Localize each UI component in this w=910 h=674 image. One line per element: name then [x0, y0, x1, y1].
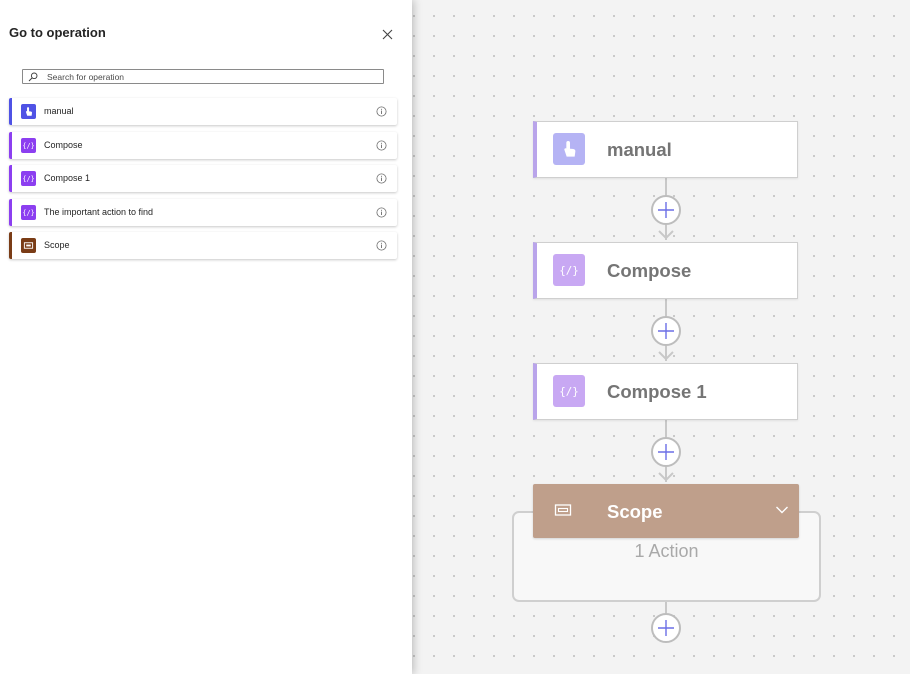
compose-icon: {/}: [21, 171, 36, 186]
info-icon[interactable]: [376, 207, 387, 218]
plus-icon: [658, 444, 674, 460]
svg-text:{/}: {/}: [559, 264, 579, 277]
card-title: manual: [607, 139, 672, 160]
operation-label: Scope: [44, 240, 70, 250]
info-icon[interactable]: [376, 140, 387, 151]
svg-text:{/}: {/}: [23, 141, 34, 149]
svg-text:{/}: {/}: [23, 175, 34, 183]
plus-icon: [658, 620, 674, 636]
add-action-button[interactable]: [651, 613, 681, 643]
panel-title: Go to operation: [9, 25, 106, 40]
info-icon[interactable]: [376, 173, 387, 184]
search-icon: [23, 70, 43, 83]
close-button[interactable]: [377, 24, 397, 44]
scope-icon: [554, 504, 572, 516]
operation-list: manual {/} Compose: [9, 98, 397, 266]
plus-icon: [658, 202, 674, 218]
item-accent-bar: [9, 198, 12, 226]
operation-item-compose[interactable]: {/} Compose: [9, 131, 397, 159]
flow-card-compose[interactable]: {/} Compose: [533, 242, 798, 299]
search-input[interactable]: [43, 70, 383, 83]
compose-icon: {/}: [553, 254, 585, 286]
compose-icon: {/}: [21, 137, 36, 153]
compose-icon: {/}: [553, 375, 585, 407]
item-accent-bar: [9, 165, 12, 192]
flow-card-scope[interactable]: Scope: [533, 484, 799, 538]
info-icon[interactable]: [376, 106, 387, 117]
plus-icon: [658, 323, 674, 339]
card-title: Compose 1: [607, 381, 707, 402]
flow-card-compose-1[interactable]: {/} Compose 1: [533, 363, 798, 420]
operation-label: The important action to find: [44, 206, 154, 217]
operation-item-scope[interactable]: Scope: [9, 232, 397, 259]
info-icon[interactable]: [376, 240, 387, 251]
chevron-down-icon[interactable]: [775, 505, 789, 515]
go-to-operation-panel: Go to operation manual: [0, 0, 412, 674]
operation-item-compose-1[interactable]: {/} Compose 1: [9, 165, 397, 192]
add-action-button[interactable]: [651, 437, 681, 467]
operation-label: Compose: [44, 139, 83, 150]
card-title: Scope: [607, 501, 663, 522]
close-icon: [382, 29, 392, 39]
search-box[interactable]: [22, 69, 384, 84]
flow-card-manual[interactable]: manual: [533, 121, 798, 178]
operation-label: manual: [44, 106, 74, 116]
operation-label: Compose 1: [44, 173, 91, 183]
scope-action-count: 1 Action: [634, 541, 699, 561]
item-accent-bar: [9, 98, 12, 125]
operation-item-important-action[interactable]: {/} The important action to find: [9, 198, 397, 226]
hand-touch-icon: [21, 104, 36, 119]
compose-icon: {/}: [21, 204, 36, 220]
svg-text:{/}: {/}: [23, 208, 34, 216]
arrow-down-icon: [658, 472, 674, 482]
arrow-down-icon: [658, 230, 674, 240]
card-title: Compose: [607, 260, 692, 281]
item-accent-bar: [9, 232, 12, 259]
hand-touch-icon: [553, 133, 585, 165]
scope-icon: [21, 238, 36, 253]
item-accent-bar: [9, 131, 12, 159]
add-action-button[interactable]: [651, 195, 681, 225]
svg-text:{/}: {/}: [559, 385, 579, 398]
arrow-down-icon: [658, 351, 674, 361]
operation-item-manual[interactable]: manual: [9, 98, 397, 125]
add-action-button[interactable]: [651, 316, 681, 346]
